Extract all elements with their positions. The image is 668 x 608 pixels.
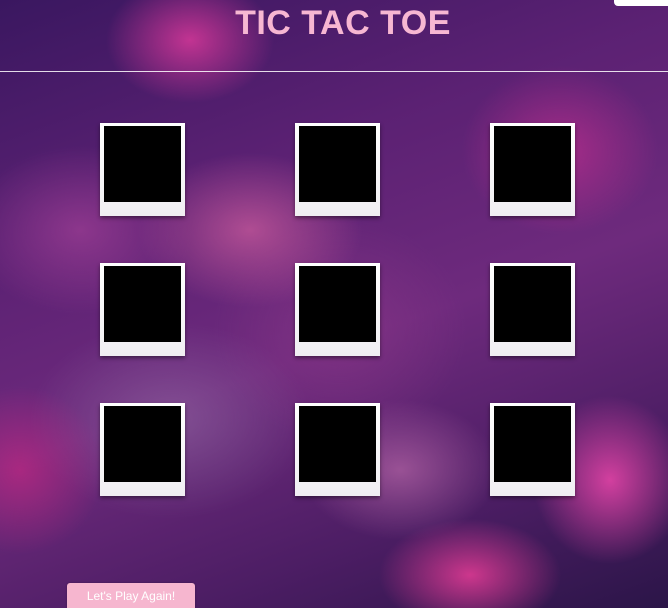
cell-mark bbox=[100, 403, 185, 496]
board-cell-7[interactable] bbox=[100, 403, 185, 496]
cell-mark bbox=[490, 263, 575, 356]
play-again-button[interactable]: Let's Play Again! bbox=[67, 583, 195, 608]
cell-mark bbox=[490, 123, 575, 216]
board-cell-6[interactable] bbox=[490, 263, 575, 356]
cell-mark bbox=[100, 263, 185, 356]
cell-mark bbox=[295, 123, 380, 216]
cell-mark bbox=[490, 403, 575, 496]
cell-mark bbox=[100, 123, 185, 216]
board-cell-3[interactable] bbox=[490, 123, 575, 216]
board-cell-2[interactable] bbox=[295, 123, 380, 216]
cell-mark bbox=[295, 403, 380, 496]
cell-mark bbox=[295, 263, 380, 356]
board-cell-8[interactable] bbox=[295, 403, 380, 496]
game-board bbox=[0, 0, 668, 608]
board-cell-1[interactable] bbox=[100, 123, 185, 216]
board-cell-9[interactable] bbox=[490, 403, 575, 496]
board-cell-5[interactable] bbox=[295, 263, 380, 356]
board-cell-4[interactable] bbox=[100, 263, 185, 356]
